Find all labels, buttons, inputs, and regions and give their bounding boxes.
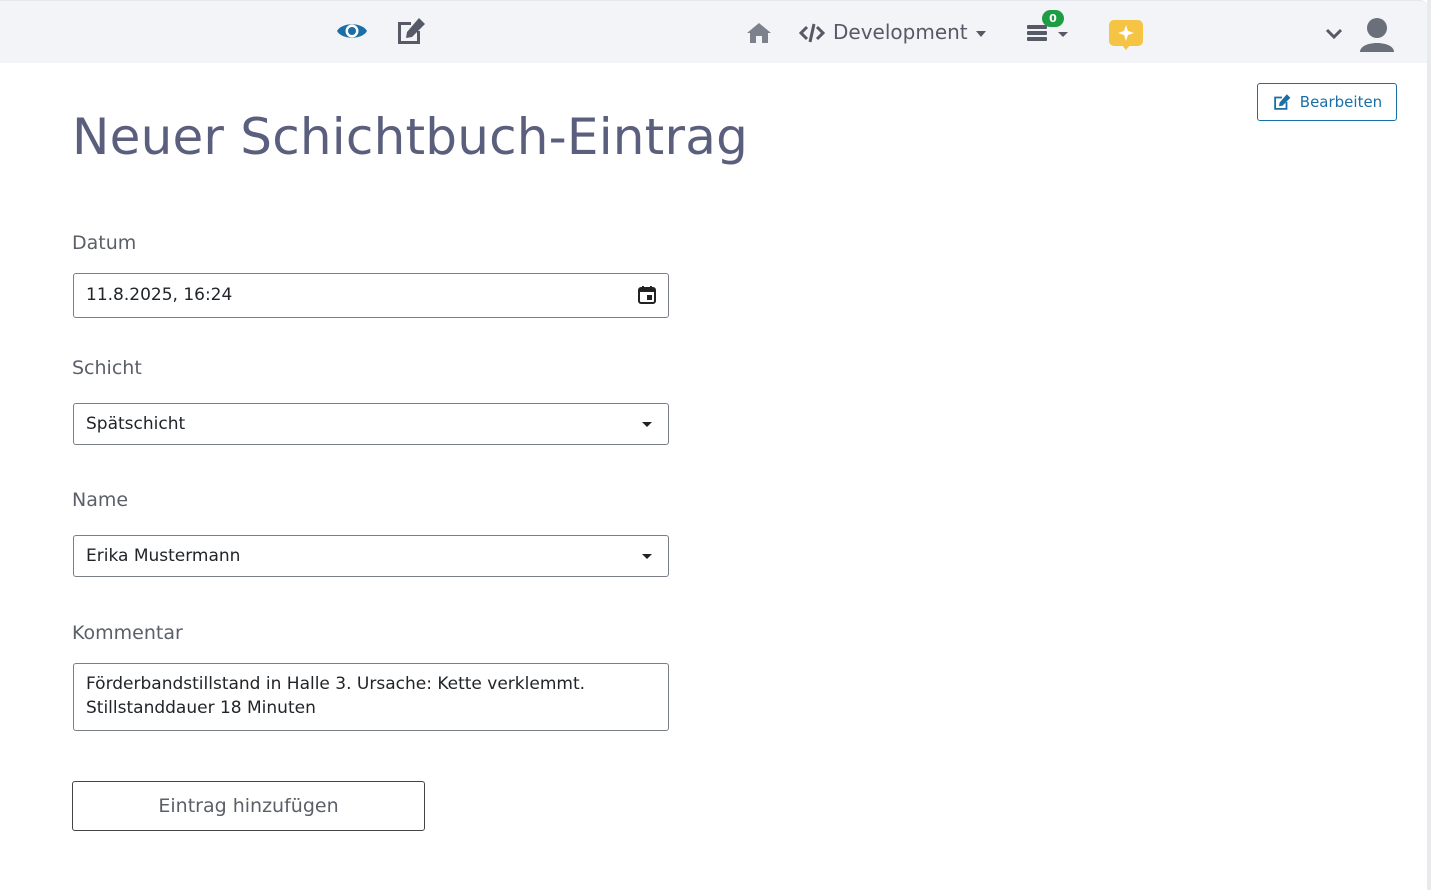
queue-count-badge: 0 xyxy=(1042,10,1064,27)
environment-dropdown[interactable]: Development xyxy=(833,20,986,44)
chevron-down-icon[interactable] xyxy=(1323,25,1345,43)
window-edge xyxy=(1427,0,1431,890)
eye-icon[interactable] xyxy=(335,17,369,45)
environment-label: Development xyxy=(833,20,968,44)
date-input[interactable]: 11.8.2025, 16:24 xyxy=(73,273,669,318)
edit-page-button-label: Bearbeiten xyxy=(1299,93,1383,111)
add-entry-button[interactable]: Eintrag hinzufügen xyxy=(72,781,425,831)
top-navbar: Development 0 xyxy=(0,0,1428,63)
name-value: Erika Mustermann xyxy=(86,546,241,566)
code-icon[interactable] xyxy=(798,22,826,44)
shift-value: Spätschicht xyxy=(86,414,186,434)
page-title: Neuer Schichtbuch-Eintrag xyxy=(72,108,749,166)
edit-icon[interactable] xyxy=(394,15,428,47)
comment-value: Förderbandstillstand in Halle 3. Ursache… xyxy=(86,674,586,718)
date-label: Datum xyxy=(72,232,137,254)
user-avatar-icon[interactable] xyxy=(1356,13,1398,55)
comment-label: Kommentar xyxy=(72,622,183,644)
edit-page-button[interactable]: Bearbeiten xyxy=(1257,83,1397,121)
name-label: Name xyxy=(72,489,129,511)
sparkle-chat-icon[interactable] xyxy=(1107,18,1145,52)
caret-down-icon xyxy=(642,422,652,427)
caret-down-icon xyxy=(642,554,652,559)
date-value: 11.8.2025, 16:24 xyxy=(86,285,233,305)
comment-textarea[interactable]: Förderbandstillstand in Halle 3. Ursache… xyxy=(73,663,669,731)
home-icon[interactable] xyxy=(745,21,773,45)
calendar-icon[interactable] xyxy=(637,285,657,305)
shift-label: Schicht xyxy=(72,357,142,379)
edit-icon xyxy=(1273,94,1291,110)
shift-select[interactable]: Spätschicht xyxy=(73,403,669,445)
caret-down-icon xyxy=(976,30,986,37)
name-select[interactable]: Erika Mustermann xyxy=(73,535,669,577)
